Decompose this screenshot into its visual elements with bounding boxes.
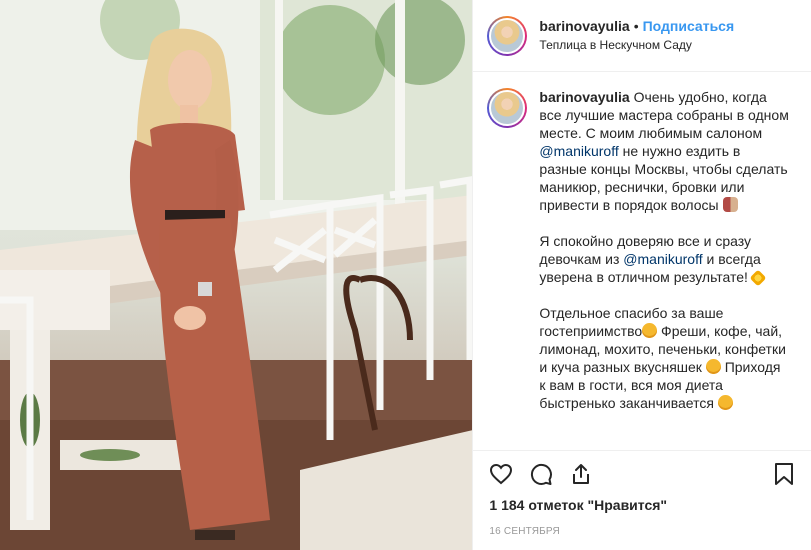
post-sidebar: barinovayulia • Подписаться Теплица в Неск… <box>472 0 811 550</box>
grinning-emoji-icon <box>717 395 733 410</box>
mention-link-2[interactable]: @manikuroff <box>623 251 702 267</box>
yum-emoji-icon <box>705 359 721 374</box>
follow-button[interactable]: Подписаться <box>643 18 735 34</box>
comment-icon[interactable] <box>529 462 553 486</box>
people-emoji-icon <box>722 197 738 212</box>
post-date: 16 сентября <box>489 526 560 537</box>
separator-dot: • <box>633 18 639 34</box>
post-photo[interactable] <box>0 0 473 550</box>
post-actions: 1 184 отметок "Нравится" 16 сентября <box>473 450 811 537</box>
photo-illustration <box>0 0 473 550</box>
bookmark-icon[interactable] <box>773 462 795 486</box>
location-link[interactable]: Теплица в Нескучном Саду <box>539 36 734 54</box>
mention-link-1[interactable]: @manikuroff <box>539 143 618 159</box>
caption-avatar[interactable] <box>487 88 528 128</box>
heart-icon[interactable] <box>489 462 513 486</box>
likes-count[interactable]: 1 184 отметок "Нравится" <box>489 497 795 513</box>
action-icons <box>489 461 795 487</box>
share-icon[interactable] <box>569 462 593 486</box>
caption-username-link[interactable]: barinovayulia <box>539 89 629 105</box>
caption-block: barinovayulia Очень удобно, когда все лу… <box>487 88 797 430</box>
caption-text: barinovayulia Очень удобно, когда все лу… <box>539 88 789 430</box>
author-avatar[interactable] <box>487 15 528 56</box>
author-username-link[interactable]: barinovayulia <box>539 18 629 34</box>
instagram-post: barinovayulia • Подписаться Теплица в Неск… <box>0 0 811 550</box>
post-header: barinovayulia • Подписаться Теплица в Неск… <box>473 0 811 72</box>
smiling-hearts-emoji-icon <box>642 323 658 338</box>
